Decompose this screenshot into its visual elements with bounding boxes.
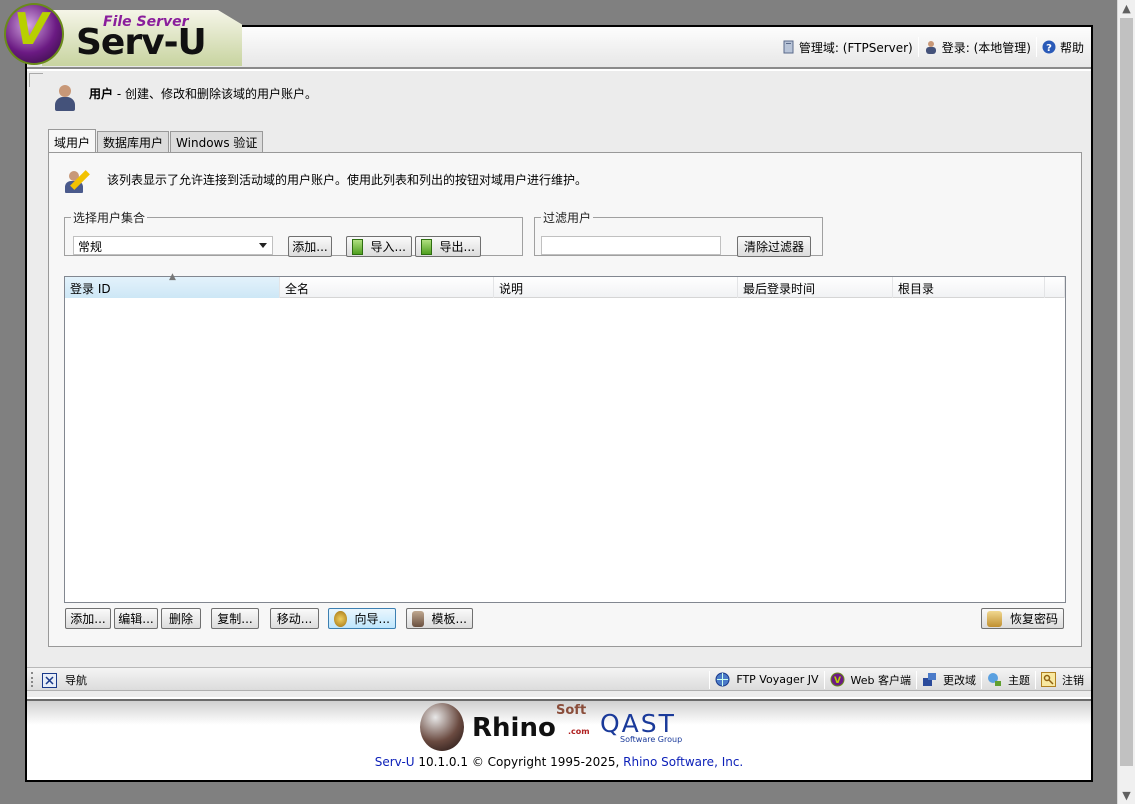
users-panel: 该列表显示了允许连接到活动域的用户账户。使用此列表和列出的按钮对域用户进行维护。… [48, 152, 1082, 647]
logo-name: Serv-U [76, 22, 207, 63]
logo-v-icon: V [14, 4, 49, 55]
scroll-thumb[interactable] [1120, 18, 1133, 766]
login-link[interactable]: 登录: (本地管理) [919, 37, 1036, 57]
chevron-down-icon [259, 243, 267, 248]
serv-u-link[interactable]: Serv-U [375, 755, 415, 769]
navigation-bar: 导航 FTP Voyager JV V Web 客户端 更改域 主题 注销 [27, 667, 1091, 691]
logout-key-icon [1041, 672, 1056, 687]
add-user-button[interactable]: 添加... [65, 608, 111, 629]
delete-user-button[interactable]: 删除 [161, 608, 201, 629]
version-text: 10.1.0.1 © Copyright 1995-2025, [414, 755, 624, 769]
nav-ftp-voyager[interactable]: FTP Voyager JV [710, 668, 823, 691]
nav-shortcuts: FTP Voyager JV V Web 客户端 更改域 主题 注销 [709, 668, 1089, 691]
serv-u-logo[interactable]: V File Server Serv-U [0, 0, 244, 68]
tab-windows-auth[interactable]: Windows 验证 [170, 131, 264, 152]
nav-change-domain[interactable]: 更改域 [917, 668, 981, 691]
user-set-group: 选择用户集合 常规 添加... 导入... 导出... [64, 209, 523, 257]
filter-legend: 过滤用户 [543, 211, 592, 225]
import-icon [352, 238, 363, 255]
rhino-logo-icon [420, 703, 464, 751]
user-icon [924, 40, 938, 54]
edit-user-icon [65, 165, 93, 193]
user-set-legend: 选择用户集合 [73, 211, 146, 225]
nav-label: 导航 [65, 674, 87, 687]
import-button[interactable]: 导入... [346, 236, 412, 257]
serv-u-icon: V [830, 672, 845, 687]
import-label: 导入... [370, 240, 406, 254]
scroll-down-icon[interactable]: ▼ [1118, 787, 1135, 804]
help-label: 帮助 [1059, 40, 1084, 55]
template-icon [412, 610, 424, 627]
tab-database-users[interactable]: 数据库用户 [97, 131, 170, 152]
qast-logo[interactable]: QAST Software Group [600, 709, 682, 744]
column-root-dir[interactable]: 根目录 [893, 277, 1045, 298]
domain-link[interactable]: 管理域: (FTPServer) [776, 37, 918, 57]
page-title: 用户 [89, 87, 114, 101]
edit-user-button[interactable]: 编辑... [114, 608, 158, 629]
help-icon: ? [1042, 40, 1056, 54]
nav-logout[interactable]: 注销 [1036, 668, 1089, 691]
nav-toggle[interactable]: 导航 [42, 672, 87, 688]
users-table[interactable]: ▲ 登录 ID 全名 说明 最后登录时间 根目录 [64, 272, 1066, 603]
change-domain-icon [922, 672, 937, 687]
wizard-button[interactable]: 向导... [328, 608, 396, 629]
main-content: 用户 - 创建、修改和删除该域的用户账户。 域用户 数据库用户 Windows … [27, 71, 1091, 697]
column-description[interactable]: 说明 [494, 277, 738, 298]
resize-grip-icon[interactable] [29, 73, 43, 87]
globe-icon [715, 672, 730, 687]
page-subtitle: - 创建、修改和删除该域的用户账户。 [113, 87, 317, 101]
user-set-value: 常规 [78, 240, 103, 254]
recover-password-button[interactable]: 恢复密码 [981, 608, 1064, 629]
sort-ascending-icon: ▲ [169, 272, 176, 282]
clear-filter-button[interactable]: 清除过滤器 [737, 236, 811, 257]
page-scrollbar[interactable]: ▲ ▼ [1117, 0, 1135, 804]
nav-theme[interactable]: 主题 [982, 668, 1035, 691]
wizard-icon [334, 610, 347, 627]
footer: Soft Rhino .com QAST Software Group Serv… [27, 699, 1091, 780]
move-user-button[interactable]: 移动... [270, 608, 319, 629]
theme-icon [987, 672, 1002, 687]
column-last-login[interactable]: 最后登录时间 [738, 277, 893, 298]
column-login-id[interactable]: ▲ 登录 ID [65, 272, 280, 298]
svg-text:?: ? [1046, 43, 1052, 54]
company-link[interactable]: Rhino Software, Inc. [623, 755, 743, 769]
help-link[interactable]: ? 帮助 [1037, 37, 1089, 57]
key-icon [987, 610, 1002, 627]
navigation-icon [42, 672, 57, 688]
app-frame: 管理域: (FTPServer) 登录: (本地管理) ? 帮助 用户 - 创建… [25, 25, 1093, 782]
login-label: 登录: (本地管理) [941, 40, 1031, 55]
server-icon [781, 40, 795, 54]
scroll-up-icon[interactable]: ▲ [1118, 0, 1135, 17]
rhino-software-logo[interactable]: Soft Rhino .com [420, 703, 590, 753]
user-set-select[interactable]: 常规 [73, 236, 273, 255]
tab-domain-users[interactable]: 域用户 [48, 129, 97, 152]
filter-group: 过滤用户 清除过滤器 [534, 209, 823, 257]
domain-label: 管理域: (FTPServer) [798, 40, 913, 55]
svg-text:V: V [834, 676, 841, 686]
description-text: 该列表显示了允许连接到活动域的用户账户。使用此列表和列出的按钮对域用户进行维护。 [107, 172, 588, 187]
header-links: 管理域: (FTPServer) 登录: (本地管理) ? 帮助 [776, 37, 1089, 57]
column-filler [1045, 277, 1065, 298]
template-button[interactable]: 模板... [406, 608, 473, 629]
users-icon [53, 83, 77, 111]
toolbar-grip[interactable] [31, 672, 34, 687]
nav-web-client[interactable]: V Web 客户端 [825, 668, 916, 691]
copyright: Serv-U 10.1.0.1 © Copyright 1995-2025, R… [27, 755, 1091, 769]
page-heading: 用户 - 创建、修改和删除该域的用户账户。 [53, 83, 317, 111]
panel-description: 该列表显示了允许连接到活动域的用户账户。使用此列表和列出的按钮对域用户进行维护。 [65, 165, 587, 193]
column-full-name[interactable]: 全名 [280, 277, 494, 298]
export-label: 导出... [439, 240, 475, 254]
filter-input[interactable] [541, 236, 721, 255]
export-icon [421, 238, 432, 255]
copy-user-button[interactable]: 复制... [211, 608, 259, 629]
table-header: ▲ 登录 ID 全名 说明 最后登录时间 根目录 [65, 272, 1065, 298]
tab-bar: 域用户 数据库用户 Windows 验证 [48, 129, 264, 152]
add-collection-button[interactable]: 添加... [288, 236, 332, 257]
export-button[interactable]: 导出... [415, 236, 481, 257]
